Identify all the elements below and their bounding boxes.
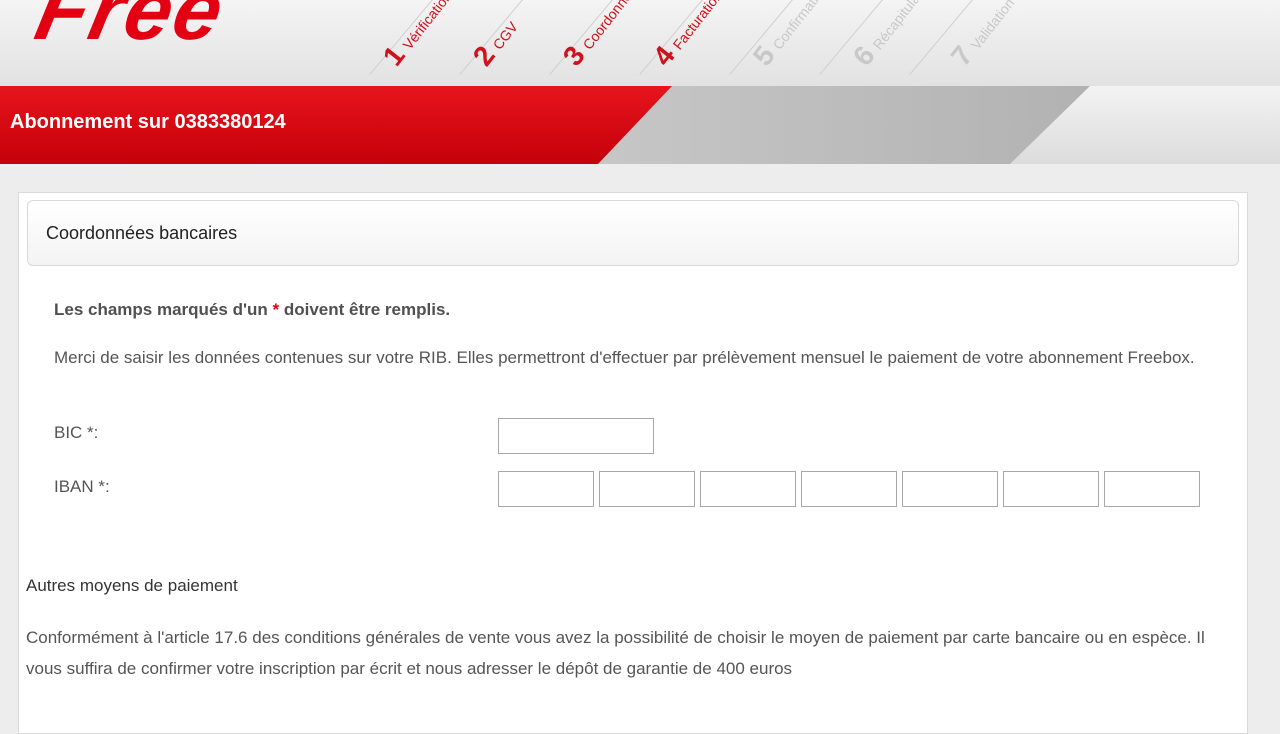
step-label: Confirmation xyxy=(769,0,832,53)
step-label: Facturation xyxy=(669,0,726,53)
bic-label: BIC *: xyxy=(54,423,99,442)
step-3[interactable]: 3Coordonnées xyxy=(557,0,647,72)
required-note-suffix: doivent être remplis. xyxy=(279,300,451,319)
step-label: Vérification xyxy=(399,0,455,53)
progress-steps: 1Vérification 2CGV 3Coordonnées 4Factura… xyxy=(0,0,1280,86)
iban-input-4[interactable] xyxy=(801,471,897,507)
iban-input-3[interactable] xyxy=(700,471,796,507)
section-title: Coordonnées bancaires xyxy=(46,223,238,243)
iban-input-6[interactable] xyxy=(1003,471,1099,507)
step-7: 7Validation xyxy=(945,0,1021,72)
iban-input-2[interactable] xyxy=(599,471,695,507)
iban-input-7[interactable] xyxy=(1104,471,1200,507)
step-5: 5Confirmation xyxy=(747,0,834,72)
section-header: Coordonnées bancaires xyxy=(27,200,1239,266)
iban-input-5[interactable] xyxy=(902,471,998,507)
rib-instructions: Merci de saisir les données contenues su… xyxy=(54,348,1195,367)
step-label: Récapitulatif xyxy=(869,0,930,53)
iban-input-1[interactable] xyxy=(498,471,594,507)
banner-red-band: Abonnement sur 0383380124 xyxy=(0,86,672,164)
other-payment-text: Conformément à l'article 17.6 des condit… xyxy=(26,628,1205,678)
iban-label: IBAN *: xyxy=(54,477,110,496)
bic-input[interactable] xyxy=(498,418,654,454)
required-note-prefix: Les champs marqués d'un xyxy=(54,300,273,319)
other-payment-title: Autres moyens de paiement xyxy=(26,576,238,595)
step-label: CGV xyxy=(489,18,521,53)
subscription-banner: Abonnement sur 0383380124 xyxy=(0,86,1280,164)
top-header: Free 1Vérification 2CGV 3Coordonnées 4Fa… xyxy=(0,0,1280,87)
required-fields-note: Les champs marqués d'un * doivent être r… xyxy=(54,300,450,320)
step-1[interactable]: 1Vérification xyxy=(377,0,458,72)
step-4[interactable]: 4Facturation xyxy=(647,0,729,72)
step-label: Coordonnées xyxy=(579,0,644,53)
step-label: Validation xyxy=(967,0,1018,53)
step-2[interactable]: 2CGV xyxy=(467,11,524,72)
main-content: Coordonnées bancaires Les champs marqués… xyxy=(18,192,1248,734)
subscription-title: Abonnement sur 0383380124 xyxy=(10,111,286,133)
